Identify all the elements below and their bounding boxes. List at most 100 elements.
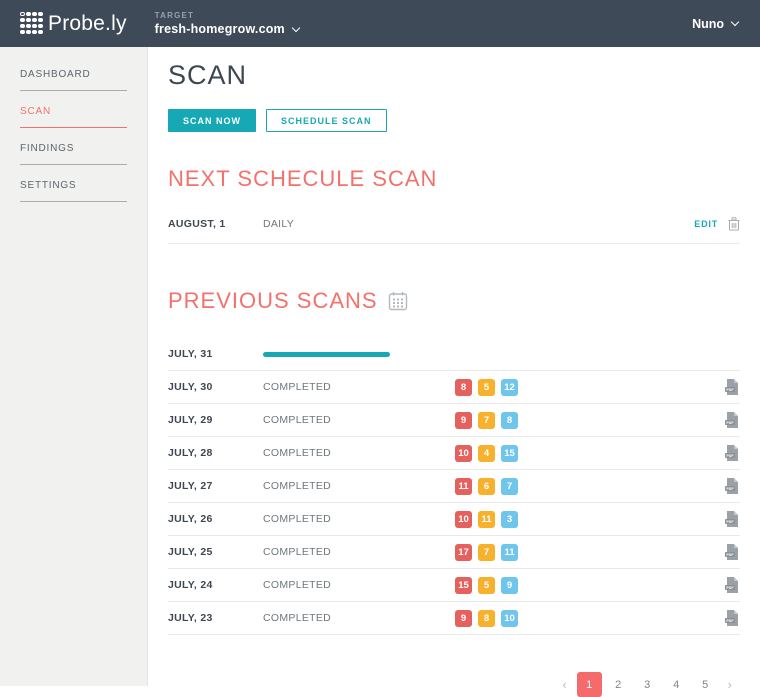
pdf-file-icon[interactable]: PDF — [724, 543, 740, 561]
trash-icon[interactable] — [728, 217, 740, 231]
target-value: fresh-homegrow.com — [155, 22, 285, 36]
pagination-page-1[interactable]: 1 — [577, 672, 602, 697]
chevron-down-icon — [731, 18, 739, 26]
pagination-page-2[interactable]: 2 — [606, 672, 631, 697]
pagination-page-4[interactable]: 4 — [664, 672, 689, 697]
progress-bar-fill — [263, 352, 390, 357]
pagination-page-5[interactable]: 5 — [693, 672, 718, 697]
high-severity-badge: 10 — [455, 511, 472, 528]
pagination-next[interactable]: › — [720, 677, 740, 692]
scan-date: JULY, 26 — [168, 513, 263, 525]
high-severity-badge: 17 — [455, 544, 472, 561]
pdf-file-icon[interactable]: PDF — [724, 477, 740, 495]
severity-badges: 9 7 8 — [455, 412, 605, 429]
scan-status: COMPLETED — [263, 546, 455, 558]
page-title: SCAN — [168, 60, 740, 91]
svg-text:PDF: PDF — [726, 421, 734, 425]
pagination-page-3[interactable]: 3 — [635, 672, 660, 697]
previous-scans-list: JULY, 31 JULY, 30 COMPLETED 8 5 12 PDF — [168, 338, 740, 635]
pdf-file-icon[interactable]: PDF — [724, 609, 740, 627]
sidebar-item-findings[interactable]: FINDINGS — [0, 137, 147, 165]
scan-row: JULY, 23 COMPLETED 9 8 10 PDF — [168, 602, 740, 635]
sidebar-item-label: FINDINGS — [20, 137, 127, 164]
chevron-down-icon — [292, 23, 300, 31]
high-severity-badge: 9 — [455, 610, 472, 627]
pdf-file-icon[interactable]: PDF — [724, 576, 740, 594]
target-selector[interactable]: TARGET fresh-homegrow.com — [155, 11, 299, 36]
svg-text:PDF: PDF — [726, 388, 734, 392]
medium-severity-badge: 6 — [478, 478, 495, 495]
completed-rows: JULY, 30 COMPLETED 8 5 12 PDF JULY, 29 C… — [168, 371, 740, 635]
svg-text:PDF: PDF — [726, 454, 734, 458]
next-schedule-row: AUGUST, 1 DAILY EDIT — [168, 204, 740, 244]
scan-status: COMPLETED — [263, 447, 455, 459]
medium-severity-badge: 7 — [478, 412, 495, 429]
svg-text:PDF: PDF — [726, 520, 734, 524]
schedule-scan-button[interactable]: SCHEDULE SCAN — [266, 109, 387, 132]
pagination: ‹12345› — [168, 672, 740, 697]
low-severity-badge: 8 — [501, 412, 518, 429]
severity-badges: 11 6 7 — [455, 478, 605, 495]
sidebar-item-scan[interactable]: SCAN — [0, 100, 147, 128]
user-menu[interactable]: Nuno — [692, 17, 738, 31]
scan-status: COMPLETED — [263, 480, 455, 492]
low-severity-badge: 7 — [501, 478, 518, 495]
scan-row: JULY, 27 COMPLETED 11 6 7 PDF — [168, 470, 740, 503]
edit-schedule-button[interactable]: EDIT — [694, 219, 718, 229]
calendar-icon[interactable] — [388, 291, 408, 311]
progress-bar-track — [263, 352, 455, 357]
pagination-prev[interactable]: ‹ — [554, 677, 574, 692]
pdf-file-icon[interactable]: PDF — [724, 510, 740, 528]
previous-scans-heading: PREVIOUS SCANS — [168, 288, 740, 314]
scan-date: JULY, 30 — [168, 381, 263, 393]
scan-row: JULY, 24 COMPLETED 15 5 9 PDF — [168, 569, 740, 602]
scan-date: JULY, 28 — [168, 447, 263, 459]
pdf-file-icon[interactable]: PDF — [724, 444, 740, 462]
scan-row: JULY, 30 COMPLETED 8 5 12 PDF — [168, 371, 740, 404]
severity-badges: 17 7 11 — [455, 544, 605, 561]
next-schedule-heading: NEXT SCHECULE SCAN — [168, 166, 740, 192]
scan-date: JULY, 31 — [168, 348, 263, 360]
high-severity-badge: 9 — [455, 412, 472, 429]
schedule-frequency: DAILY — [263, 218, 455, 230]
main-content: SCAN SCAN NOW SCHEDULE SCAN NEXT SCHECUL… — [148, 47, 760, 686]
severity-badges: 9 8 10 — [455, 610, 605, 627]
svg-text:PDF: PDF — [726, 586, 734, 590]
high-severity-badge: 15 — [455, 577, 472, 594]
severity-badges: 10 11 3 — [455, 511, 605, 528]
previous-scans-heading-text: PREVIOUS SCANS — [168, 288, 378, 314]
severity-badges: 15 5 9 — [455, 577, 605, 594]
sidebar-item-rule — [20, 127, 127, 128]
sidebar-item-rule — [20, 164, 127, 165]
pdf-file-icon[interactable]: PDF — [724, 411, 740, 429]
medium-severity-badge: 5 — [478, 379, 495, 396]
sidebar-item-label: DASHBOARD — [20, 63, 127, 90]
low-severity-badge: 9 — [501, 577, 518, 594]
brand-logo[interactable]: Probe.ly — [20, 12, 127, 36]
low-severity-badge: 11 — [501, 544, 518, 561]
svg-text:PDF: PDF — [726, 487, 734, 491]
scan-row: JULY, 28 COMPLETED 10 4 15 PDF — [168, 437, 740, 470]
scan-now-button[interactable]: SCAN NOW — [168, 109, 256, 132]
low-severity-badge: 10 — [501, 610, 518, 627]
brand-name: Probe.ly — [48, 12, 127, 36]
sidebar-item-dashboard[interactable]: DASHBOARD — [0, 63, 147, 91]
high-severity-badge: 8 — [455, 379, 472, 396]
pdf-file-icon[interactable]: PDF — [724, 378, 740, 396]
severity-badges: 8 5 12 — [455, 379, 605, 396]
scan-date: JULY, 23 — [168, 612, 263, 624]
high-severity-badge: 10 — [455, 445, 472, 462]
top-bar: Probe.ly TARGET fresh-homegrow.com Nuno — [0, 0, 760, 47]
scan-status: COMPLETED — [263, 513, 455, 525]
severity-badges: 10 4 15 — [455, 445, 605, 462]
sidebar-item-settings[interactable]: SETTINGS — [0, 174, 147, 202]
scan-status: COMPLETED — [263, 579, 455, 591]
low-severity-badge: 12 — [501, 379, 518, 396]
scan-row-in-progress: JULY, 31 — [168, 338, 740, 371]
schedule-date: AUGUST, 1 — [168, 218, 263, 230]
sidebar-item-label: SCAN — [20, 100, 127, 127]
svg-text:PDF: PDF — [726, 619, 734, 623]
medium-severity-badge: 4 — [478, 445, 495, 462]
scan-row: JULY, 26 COMPLETED 10 11 3 PDF — [168, 503, 740, 536]
scan-status: COMPLETED — [263, 414, 455, 426]
